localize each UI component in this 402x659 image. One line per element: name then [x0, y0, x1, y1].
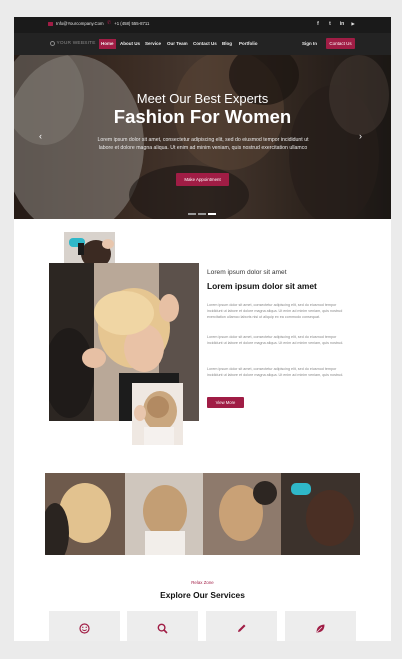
nav-item-our-team[interactable]: Our Team — [167, 39, 188, 49]
service-card[interactable] — [285, 611, 356, 641]
nav-item-service[interactable]: Service — [145, 39, 161, 49]
services-kicker: Relax Zone — [191, 580, 214, 585]
services-title: Explore Our Services — [160, 590, 245, 600]
smile-icon — [79, 623, 90, 634]
about-kicker: Lorem ipsum dolor sit amet — [207, 269, 287, 276]
about-paragraph: Lorem ipsum dolor sit amet, consectetur … — [207, 335, 344, 345]
top-bar: Info@Yourcompany.Com ✆ +1 (458) 555-8711… — [14, 17, 391, 33]
linkedin-icon[interactable]: in — [338, 20, 346, 28]
make-appointment-button[interactable]: Make Appointment — [176, 173, 229, 186]
site-logo[interactable]: YOUR WEBSITE — [50, 41, 96, 46]
chevron-right-icon[interactable]: › — [359, 131, 362, 141]
nav-item-blog[interactable]: Blog — [222, 39, 232, 49]
twitter-icon[interactable]: t — [326, 20, 334, 28]
nav-item-contact-us[interactable]: Contact Us — [193, 39, 217, 49]
view-more-button[interactable]: View More — [207, 397, 244, 408]
phone-text: +1 (458) 555-8711 — [114, 21, 150, 26]
email-link[interactable]: Info@Yourcompany.Com — [48, 21, 104, 26]
chevron-left-icon[interactable]: ‹ — [39, 131, 42, 141]
about-paragraph: Lorem ipsum dolor sit amet, consectetur … — [207, 367, 344, 377]
phone-link[interactable]: ✆ +1 (458) 555-8711 — [107, 20, 150, 27]
about-title: Lorem ipsum dolor sit amet — [207, 281, 317, 291]
about-paragraph: Lorem ipsum dolor sit amet, consectetur … — [207, 303, 343, 319]
hero-description: Lorem ipsum dolor sit amet, consectetur … — [97, 137, 309, 151]
slider-dot[interactable] — [188, 213, 196, 215]
contact-button[interactable]: Contact Us — [326, 38, 355, 49]
sign-in-link[interactable]: Sign In — [302, 39, 317, 49]
logo-text: YOUR WEBSITE — [56, 41, 96, 46]
hero-slider: Meet Our Best Experts Fashion For Women … — [14, 55, 391, 219]
mail-icon — [48, 21, 53, 26]
slider-dot[interactable] — [198, 213, 206, 215]
service-card[interactable] — [127, 611, 198, 641]
nav-item-home[interactable]: Home — [99, 39, 116, 49]
nav-item-about-us[interactable]: About Us — [120, 39, 140, 49]
about-photo-small-bottom — [132, 383, 183, 445]
logo-icon — [50, 41, 55, 46]
hero-subtitle: Meet Our Best Experts — [136, 91, 269, 106]
service-card[interactable] — [49, 611, 120, 641]
hero-title: Fashion For Women — [113, 106, 292, 127]
leaf-icon — [316, 624, 325, 633]
nav-item-portfolio[interactable]: Portfolio — [239, 39, 258, 49]
search-icon — [157, 623, 168, 634]
facebook-icon[interactable]: f — [314, 20, 322, 28]
gallery-strip — [45, 473, 360, 555]
phone-icon: ✆ — [107, 20, 112, 26]
page: Info@Yourcompany.Com ✆ +1 (458) 555-8711… — [14, 17, 391, 641]
youtube-icon[interactable]: ▶ — [349, 20, 357, 28]
service-card[interactable] — [206, 611, 277, 641]
pencil-icon — [238, 624, 246, 632]
slider-dot-active[interactable] — [208, 213, 216, 215]
navbar: YOUR WEBSITE Home About Us Service Our T… — [14, 33, 391, 55]
email-text: Info@Yourcompany.Com — [56, 21, 104, 26]
